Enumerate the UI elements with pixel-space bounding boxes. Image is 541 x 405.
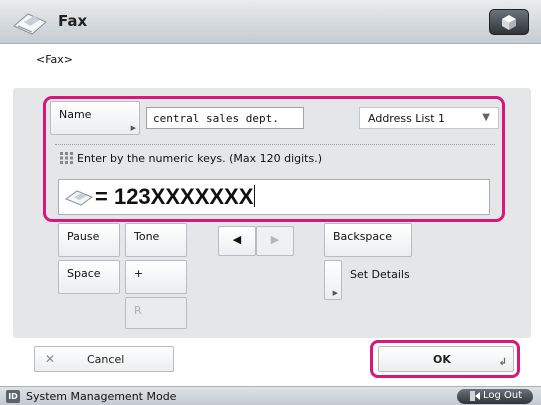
- system-mode-label: System Management Mode: [26, 390, 177, 403]
- divider: [55, 144, 495, 145]
- hint-label: Enter by the numeric keys. (Max 120 digi…: [77, 152, 323, 165]
- cursor-left-button[interactable]: ◀: [218, 226, 256, 256]
- plus-button-label: +: [134, 267, 144, 280]
- fax-icon: [13, 13, 47, 35]
- backspace-button[interactable]: Backspace: [324, 223, 412, 257]
- address-list-select[interactable]: Address List 1 ▼: [359, 107, 499, 129]
- hint-text: Enter by the numeric keys. (Max 120 digi…: [60, 152, 322, 165]
- breadcrumb: <Fax>: [36, 53, 74, 66]
- cancel-button[interactable]: ✕ Cancel: [34, 346, 174, 372]
- pause-button-label: Pause: [67, 230, 100, 243]
- space-button-label: Space: [67, 267, 101, 280]
- status-bar: ID System Management Mode Log Out: [0, 386, 541, 405]
- close-icon: ✕: [45, 352, 56, 366]
- name-field[interactable]: central sales dept.: [146, 107, 304, 129]
- plus-button[interactable]: +: [125, 260, 187, 294]
- enter-icon: ↲: [498, 357, 507, 368]
- logout-button[interactable]: Log Out: [457, 389, 533, 404]
- tone-button-label: Tone: [134, 230, 160, 243]
- fax-number-field[interactable]: = 123XXXXXXX: [58, 179, 490, 215]
- page-title: Fax: [58, 12, 88, 30]
- arrow-right-icon: ▶: [270, 233, 280, 246]
- header-bar: Fax: [0, 0, 541, 44]
- set-details-label: Set Details: [350, 268, 410, 281]
- r-button[interactable]: R: [125, 297, 187, 329]
- fax-destination-icon: [65, 190, 93, 206]
- settings-register-button[interactable]: [489, 9, 529, 35]
- logout-label: Log Out: [483, 390, 523, 401]
- text-caret: [254, 185, 256, 207]
- address-list-value: Address List 1: [368, 112, 446, 125]
- set-details-button[interactable]: ▶: [324, 260, 342, 300]
- name-button[interactable]: Name ▶: [50, 101, 140, 135]
- backspace-button-label: Backspace: [333, 230, 392, 243]
- tone-button[interactable]: Tone: [125, 223, 187, 257]
- id-badge: ID: [6, 390, 20, 403]
- cancel-button-label: Cancel: [87, 353, 125, 366]
- chevron-right-icon: ▶: [332, 289, 338, 297]
- chevron-down-icon: ▼: [482, 112, 490, 123]
- arrow-left-icon: ◀: [232, 233, 242, 246]
- logout-icon: [470, 391, 480, 401]
- pause-button[interactable]: Pause: [58, 223, 120, 257]
- ok-button-label: OK: [433, 353, 451, 366]
- fax-number-value: = 123XXXXXXX: [95, 184, 256, 209]
- chevron-right-icon: ▶: [130, 124, 136, 132]
- r-button-label: R: [134, 304, 142, 317]
- cube-icon: [502, 15, 516, 30]
- keypad-icon: [60, 152, 73, 164]
- name-button-label: Name: [59, 108, 92, 121]
- space-button[interactable]: Space: [58, 260, 120, 294]
- ok-button[interactable]: OK ↲: [378, 346, 514, 372]
- cursor-right-button[interactable]: ▶: [256, 226, 294, 256]
